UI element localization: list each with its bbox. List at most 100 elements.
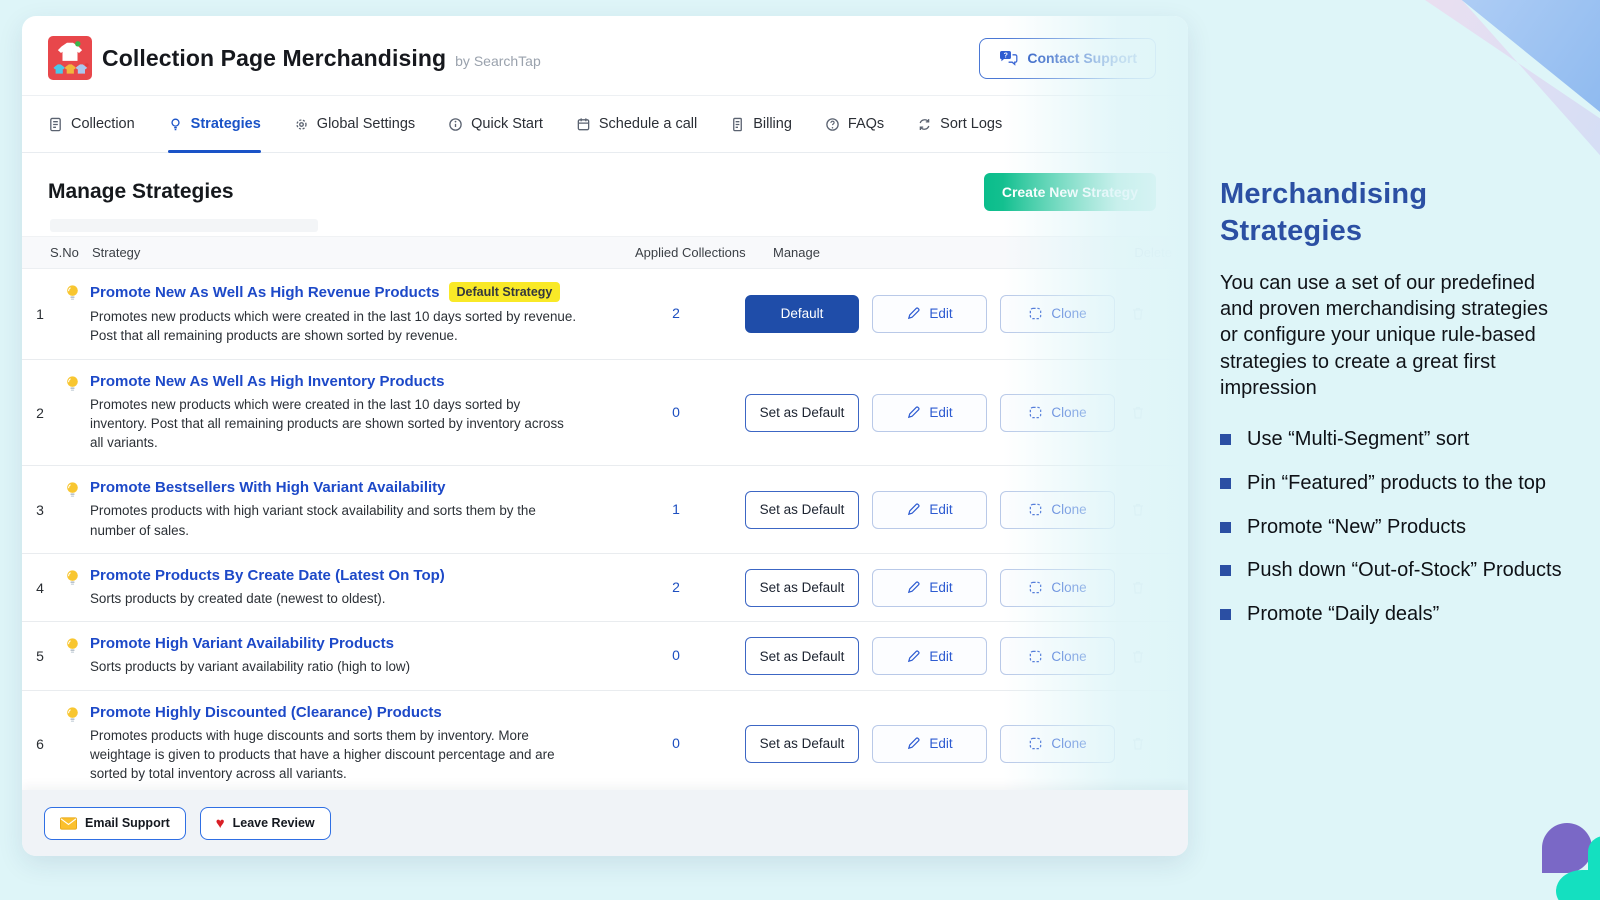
strategy-link[interactable]: Promote Products By Create Date (Latest …	[90, 567, 445, 584]
sidebar-bullet: Pin “Featured” products to the top	[1220, 470, 1565, 497]
sidebar-bullet: Push down “Out-of-Stock” Products	[1220, 557, 1565, 584]
strategy-description: Promotes products with high variant stoc…	[90, 503, 536, 538]
row-number: 2	[36, 404, 44, 421]
edit-button[interactable]: Edit	[872, 490, 987, 529]
sync-icon	[919, 118, 930, 130]
tab-quick-start[interactable]: Quick Start	[448, 96, 543, 152]
applied-collections-count[interactable]: 0	[672, 404, 680, 420]
edit-button[interactable]: Edit	[872, 294, 987, 333]
set-as-default-button[interactable]: Set as Default	[745, 393, 859, 432]
chat-bubbles-icon: ?	[1000, 51, 1018, 66]
set-as-default-button[interactable]: Set as Default	[745, 637, 859, 676]
clone-icon	[1030, 737, 1042, 750]
default-button[interactable]: Default	[745, 294, 859, 333]
strategy-link[interactable]: Promote New As Well As High Inventory Pr…	[90, 373, 445, 390]
clone-button[interactable]: Clone	[1000, 490, 1115, 529]
manage-strategies-heading: Manage Strategies	[48, 180, 234, 203]
sidebar-bullet-list: Use “Multi-Segment” sort Pin “Featured” …	[1220, 426, 1565, 628]
sidebar-paragraph: You can use a set of our predefined and …	[1220, 272, 1548, 399]
document-icon	[50, 117, 61, 131]
lightbulb-icon	[64, 705, 81, 784]
row-number: 3	[36, 501, 44, 518]
table-row: 3 Promote Bestsellers With High Variant …	[22, 466, 1188, 555]
tab-global-settings[interactable]: Global Settings	[294, 96, 415, 152]
row-number: 6	[36, 735, 44, 752]
table-header: S.No Strategy Applied Collections Manage…	[22, 236, 1188, 269]
app-header: Collection Page Merchandising by SearchT…	[22, 16, 1188, 96]
searchtap-logo-petal-teal	[1556, 870, 1600, 900]
column-header-delete: Delete	[1134, 245, 1172, 260]
applied-collections-count[interactable]: 0	[672, 647, 680, 663]
tab-bar: Collection Strategies Global Settings Qu…	[22, 96, 1188, 153]
receipt-icon	[733, 117, 743, 131]
tab-collection[interactable]: Collection	[48, 96, 135, 152]
set-as-default-button[interactable]: Set as Default	[745, 490, 859, 529]
table-row: 6 Promote Highly Discounted (Clearance) …	[22, 691, 1188, 798]
tab-sort-logs[interactable]: Sort Logs	[917, 96, 1002, 152]
column-header-applied: Applied Collections	[635, 245, 746, 260]
clone-button[interactable]: Clone	[1000, 294, 1115, 333]
clone-icon	[1030, 504, 1042, 516]
envelope-icon	[60, 816, 77, 830]
trash-icon[interactable]	[1130, 648, 1146, 665]
calendar-icon	[577, 117, 590, 130]
clone-icon	[1030, 581, 1042, 594]
table-row: 4 Promote Products By Create Date (Lates…	[22, 554, 1188, 623]
applied-collections-count[interactable]: 0	[672, 735, 680, 751]
trash-icon[interactable]	[1130, 404, 1146, 421]
trash-icon[interactable]	[1130, 735, 1146, 752]
set-as-default-button[interactable]: Set as Default	[745, 724, 859, 763]
corner-triangle-decoration	[1461, 0, 1600, 113]
strategy-description: Sorts products by variant availability r…	[90, 659, 411, 675]
card-footer: Email Support ♥ Leave Review	[22, 790, 1188, 856]
info-icon	[449, 117, 462, 131]
applied-collections-count[interactable]: 2	[672, 305, 680, 321]
trash-icon[interactable]	[1130, 579, 1146, 596]
tab-strategies[interactable]: Strategies	[167, 96, 261, 153]
strategy-description: Promotes new products which were created…	[90, 309, 577, 344]
strategy-description: Promotes products with huge discounts an…	[90, 727, 555, 782]
clone-button[interactable]: Clone	[1000, 724, 1115, 763]
set-as-default-button[interactable]: Set as Default	[745, 568, 859, 607]
strategy-link[interactable]: Promote High Variant Availability Produc…	[90, 635, 394, 652]
leave-review-button[interactable]: ♥ Leave Review	[199, 806, 331, 840]
heart-icon: ♥	[215, 814, 225, 832]
edit-button[interactable]: Edit	[872, 393, 987, 432]
lightbulb-icon	[64, 636, 81, 676]
strategy-description: Sorts products by created date (newest t…	[90, 591, 386, 607]
contact-support-button[interactable]: ? Contact Support	[979, 37, 1156, 79]
question-icon	[826, 117, 839, 131]
svg-text:?: ?	[1004, 53, 1008, 60]
trash-icon[interactable]	[1130, 305, 1146, 322]
row-number: 4	[36, 579, 44, 596]
edit-button[interactable]: Edit	[872, 637, 987, 676]
pencil-icon	[908, 307, 920, 320]
table-row: 1 Promote New As Well As High Revenue Pr…	[22, 269, 1188, 360]
clone-button[interactable]: Clone	[1000, 393, 1115, 432]
trash-icon[interactable]	[1130, 501, 1146, 518]
strategy-link[interactable]: Promote New As Well As High Revenue Prod…	[90, 284, 440, 301]
strategy-link[interactable]: Promote Bestsellers With High Variant Av…	[90, 479, 446, 496]
email-support-button[interactable]: Email Support	[44, 806, 186, 840]
pencil-icon	[908, 649, 920, 662]
edit-button[interactable]: Edit	[872, 724, 987, 763]
edit-button[interactable]: Edit	[872, 568, 987, 607]
corner-ribbon-decoration	[1425, 0, 1600, 156]
tab-faqs[interactable]: FAQs	[825, 96, 884, 152]
tab-billing[interactable]: Billing	[730, 96, 792, 152]
sidebar-heading: Merchandising Strategies	[1220, 178, 1428, 247]
clone-button[interactable]: Clone	[1000, 637, 1115, 676]
app-byline: by SearchTap	[455, 53, 541, 69]
app-logo-icon	[48, 36, 92, 80]
sidebar-bullet: Promote “New” Products	[1220, 514, 1565, 541]
create-new-strategy-button[interactable]: Create New Strategy	[983, 173, 1156, 211]
applied-collections-count[interactable]: 2	[672, 579, 680, 595]
row-number: 5	[36, 648, 44, 665]
app-card: Collection Page Merchandising by SearchT…	[22, 16, 1188, 856]
searchtap-logo-petal-teal	[1588, 836, 1600, 894]
column-header-sno: S.No	[50, 245, 79, 260]
tab-schedule-a-call[interactable]: Schedule a call	[576, 96, 697, 152]
applied-collections-count[interactable]: 1	[672, 501, 680, 517]
strategy-link[interactable]: Promote Highly Discounted (Clearance) Pr…	[90, 704, 442, 721]
clone-button[interactable]: Clone	[1000, 568, 1115, 607]
